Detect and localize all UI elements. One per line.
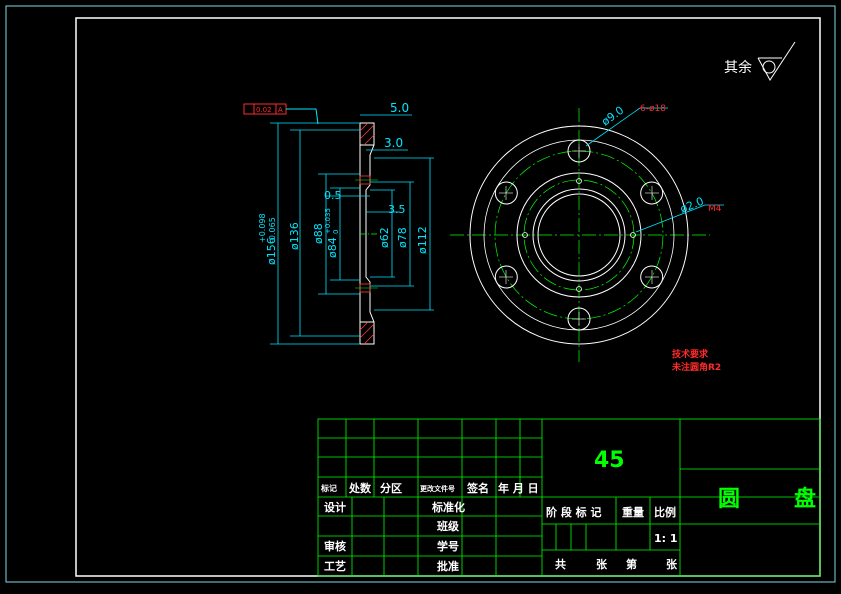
roughness-label: 其余	[724, 59, 752, 76]
tolerance-datum: A	[278, 106, 283, 114]
dim-m4: M4	[708, 204, 722, 214]
outer-frame	[5, 5, 836, 583]
dim-phi84: ø84	[326, 237, 339, 258]
drawing-canvas: 其余 0.02 A 5.0 3.0 0.5 3.5 ø156 +0.098 -0…	[5, 5, 836, 583]
header-count: 处数	[348, 481, 372, 495]
label-designer: 设计	[324, 500, 346, 514]
header-zone: 分区	[380, 481, 402, 495]
dim-phi9: ø9.0	[599, 104, 626, 129]
dim-phi84-tol-upper: +0.035	[324, 208, 332, 234]
dim-bolt-holes: 6-ø18	[640, 104, 666, 114]
tech-notes-title: 技术要求	[672, 348, 709, 360]
dim-0-5: 0.5	[324, 189, 342, 202]
part-name-1: 圆	[718, 487, 740, 512]
tolerance-frame: 0.02 A	[243, 103, 319, 125]
label-reviewer: 审核	[324, 539, 346, 553]
label-sheets-total: 共	[555, 557, 566, 571]
label-sheet-unit: 张	[666, 557, 678, 571]
header-doc-no: 更改文件号	[420, 484, 455, 493]
dim-phi2: ø2.0	[678, 195, 705, 216]
label-standardize: 标准化	[431, 500, 465, 514]
label-weight: 重量	[622, 505, 644, 519]
label-process: 工艺	[324, 559, 346, 573]
label-approve: 批准	[437, 559, 459, 573]
label-student-no: 学号	[437, 539, 459, 553]
dim-phi112: ø112	[416, 226, 429, 254]
header-mark: 标记	[320, 483, 337, 493]
roughness-symbol: 其余	[724, 41, 796, 81]
side-view: 5.0 3.0 0.5 3.5 ø156 +0.098 -0.065 ø136 …	[258, 101, 434, 345]
tech-notes-line: 未注圆角R2	[671, 361, 721, 373]
tolerance-value: 0.02	[256, 106, 272, 114]
label-stage-mark: 阶 段 标 记	[546, 505, 602, 519]
label-class: 班级	[437, 519, 460, 533]
dim-3: 3.0	[384, 136, 403, 150]
dim-phi84-tol-lower: 0	[332, 230, 340, 234]
header-date: 年 月 日	[498, 481, 539, 495]
dim-phi156-tol-lower: -0.065	[268, 217, 277, 243]
material: 45	[594, 448, 625, 473]
title-block	[317, 418, 821, 577]
dim-phi62: ø62	[378, 227, 391, 248]
part-name-2: 盘	[794, 486, 816, 512]
dim-phi78: ø78	[396, 227, 409, 248]
label-scale: 比例	[654, 505, 676, 519]
front-view: ø9.0 6-ø18 ø2.0 M4	[450, 104, 724, 362]
dim-phi136: ø136	[288, 222, 301, 250]
header-sign: 签名	[466, 481, 489, 495]
dim-phi156-tol-upper: +0.098	[258, 213, 267, 243]
scale-value: 1: 1	[654, 532, 678, 545]
dim-5: 5.0	[390, 101, 409, 115]
label-sheet-no: 第	[626, 557, 637, 571]
dim-3-5: 3.5	[388, 203, 406, 216]
label-sheets-unit: 张	[596, 557, 608, 571]
